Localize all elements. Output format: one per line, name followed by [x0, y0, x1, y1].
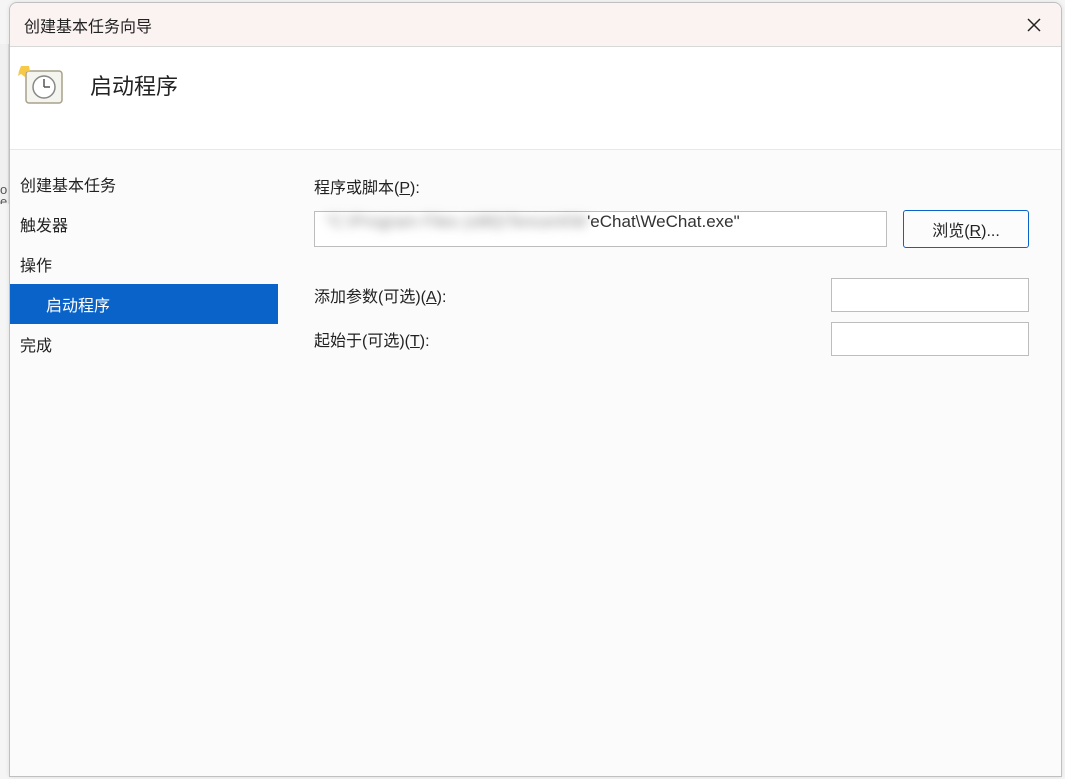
arguments-row: 添加参数(可选)(A):: [314, 278, 1029, 312]
sidebar-item-action[interactable]: 操作: [10, 244, 278, 284]
content-pane: 程序或脚本(P): "C:\Program Files (x86)\Tencen…: [278, 150, 1061, 776]
close-icon: [1027, 18, 1041, 32]
body: 创建基本任务 触发器 操作 启动程序 完成 程序或脚本(P): "C:\Prog…: [10, 150, 1061, 776]
close-button[interactable]: [1019, 10, 1049, 40]
program-path-input[interactable]: "C:\Program Files (x86)\Tencent\W'eChat\…: [314, 211, 887, 247]
sidebar-item-create-basic-task[interactable]: 创建基本任务: [10, 164, 278, 204]
wizard-dialog: 创建基本任务向导 启动程序 创建基本任务 触发器 操作 启动程序 完成: [9, 2, 1062, 777]
wizard-steps-sidebar: 创建基本任务 触发器 操作 启动程序 完成: [10, 150, 278, 776]
window-title: 创建基本任务向导: [24, 13, 152, 37]
startin-row: 起始于(可选)(T):: [314, 322, 1029, 356]
startin-input[interactable]: [831, 322, 1029, 356]
arguments-input[interactable]: [831, 278, 1029, 312]
titlebar: 创建基本任务向导: [10, 3, 1061, 47]
sidebar-item-trigger[interactable]: 触发器: [10, 204, 278, 244]
header: 启动程序: [10, 47, 1061, 150]
background-fragment: oe: [0, 44, 9, 204]
sidebar-item-finish[interactable]: 完成: [10, 324, 278, 364]
sidebar-item-start-program[interactable]: 启动程序: [10, 284, 278, 324]
startin-label: 起始于(可选)(T):: [314, 327, 430, 351]
browse-button[interactable]: 浏览(R)...: [903, 210, 1029, 248]
arguments-label: 添加参数(可选)(A):: [314, 283, 446, 307]
program-row: 程序或脚本(P): "C:\Program Files (x86)\Tencen…: [314, 174, 1029, 248]
program-input-row: "C:\Program Files (x86)\Tencent\W'eChat\…: [314, 210, 1029, 248]
page-title: 启动程序: [90, 69, 178, 101]
program-label: 程序或脚本(P):: [314, 174, 1029, 198]
wizard-icon: [18, 63, 66, 107]
